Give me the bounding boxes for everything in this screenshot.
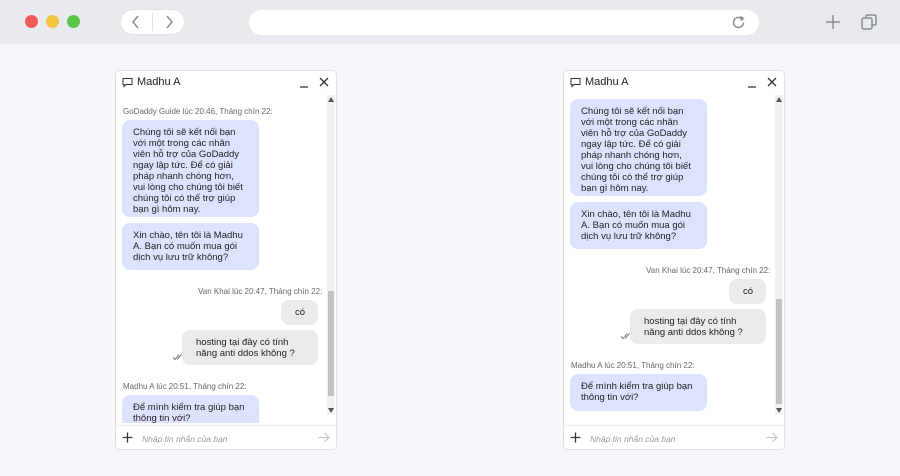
user-message: có — [281, 300, 318, 325]
user-message: hosting tại đây có tính năng anti ddos k… — [630, 309, 766, 344]
scroll-down-icon[interactable] — [328, 408, 334, 413]
close-icon[interactable] — [319, 77, 329, 87]
user-message: hosting tại đây có tính năng anti ddos k… — [182, 330, 318, 365]
double-check-icon — [620, 333, 630, 340]
message-list: Chúng tôi sẽ kết nối bạn với một trong c… — [564, 95, 784, 423]
message-meta: Madhu A lúc 20:51, Tháng chín 22: — [123, 382, 247, 391]
chat-header: Madhu A — [564, 71, 784, 95]
message-meta: Van Khai lúc 20:47, Tháng chín 22: — [646, 266, 771, 275]
message-input[interactable] — [140, 430, 314, 448]
message-text: Xin chào, tên tôi là Madhu A. Bạn có muố… — [581, 209, 691, 242]
send-arrow-icon[interactable] — [766, 432, 778, 443]
maximize-window-button[interactable] — [67, 15, 80, 28]
minimize-icon[interactable] — [747, 79, 757, 89]
message-meta: GoDaddy Guide lúc 20:46, Tháng chín 22: — [123, 107, 273, 116]
address-bar[interactable] — [249, 10, 759, 35]
user-message: có — [729, 279, 766, 304]
agent-message: Để mình kiểm tra giúp bạn thông tin với? — [122, 395, 259, 423]
message-meta: Madhu A lúc 20:51, Tháng chín 22: — [571, 361, 695, 370]
message-text: Xin chào, tên tôi là Madhu A. Bạn có muố… — [133, 230, 243, 263]
scrollbar[interactable] — [327, 95, 335, 415]
chat-header: Madhu A — [116, 71, 336, 95]
minimize-window-button[interactable] — [46, 15, 59, 28]
agent-message: Chúng tôi sẽ kết nối bạn với một trong c… — [570, 99, 707, 196]
chevron-left-icon — [132, 15, 139, 29]
close-icon[interactable] — [767, 77, 777, 87]
scroll-up-icon[interactable] — [776, 97, 782, 102]
chat-window-left: Madhu A GoDaddy Guide lúc 20:46, Tháng c… — [115, 70, 337, 450]
chevron-right-icon — [166, 15, 173, 29]
plus-icon[interactable] — [122, 432, 133, 443]
new-tab-icon[interactable] — [824, 13, 842, 31]
message-text: Để mình kiểm tra giúp bạn thông tin với? — [581, 381, 693, 403]
navigation-buttons — [120, 9, 185, 35]
plus-icon[interactable] — [570, 432, 581, 443]
message-text: hosting tại đây có tính năng anti ddos k… — [644, 316, 743, 338]
tabs-icon[interactable] — [860, 13, 878, 31]
message-text: Chúng tôi sẽ kết nối bạn với một trong c… — [581, 106, 691, 194]
send-arrow-icon[interactable] — [318, 432, 330, 443]
chat-title: Madhu A — [585, 76, 629, 88]
message-text: Để mình kiểm tra giúp bạn thông tin với? — [133, 402, 245, 423]
chat-window-right: Madhu A Chúng tôi sẽ kết nối bạn với một… — [563, 70, 785, 450]
browser-toolbar — [0, 0, 900, 44]
agent-message: Xin chào, tên tôi là Madhu A. Bạn có muố… — [122, 223, 259, 270]
message-composer — [564, 425, 784, 449]
close-window-button[interactable] — [25, 15, 38, 28]
minimize-icon[interactable] — [299, 79, 309, 89]
chat-bubble-icon — [122, 78, 133, 88]
agent-message: Xin chào, tên tôi là Madhu A. Bạn có muố… — [570, 202, 707, 249]
back-button[interactable] — [120, 9, 152, 35]
scroll-down-icon[interactable] — [776, 408, 782, 413]
message-list: GoDaddy Guide lúc 20:46, Tháng chín 22: … — [116, 95, 336, 423]
chat-bubble-icon — [570, 78, 581, 88]
message-text: có — [295, 307, 306, 318]
chat-title: Madhu A — [137, 76, 181, 88]
scroll-up-icon[interactable] — [328, 97, 334, 102]
message-text: hosting tại đây có tính năng anti ddos k… — [196, 337, 295, 359]
message-text: có — [743, 286, 754, 297]
double-check-icon — [172, 354, 182, 361]
scroll-thumb[interactable] — [328, 291, 334, 396]
message-composer — [116, 425, 336, 449]
scroll-thumb[interactable] — [776, 299, 782, 404]
agent-message: Chúng tôi sẽ kết nối bạn với một trong c… — [122, 120, 259, 217]
message-text: Chúng tôi sẽ kết nối bạn với một trong c… — [133, 127, 243, 215]
agent-message: Để mình kiểm tra giúp bạn thông tin với? — [570, 374, 707, 411]
reload-icon[interactable] — [730, 14, 747, 31]
message-meta: Van Khai lúc 20:47, Tháng chín 22: — [198, 287, 323, 296]
message-input[interactable] — [588, 430, 762, 448]
forward-button[interactable] — [153, 9, 185, 35]
scrollbar[interactable] — [775, 95, 783, 415]
